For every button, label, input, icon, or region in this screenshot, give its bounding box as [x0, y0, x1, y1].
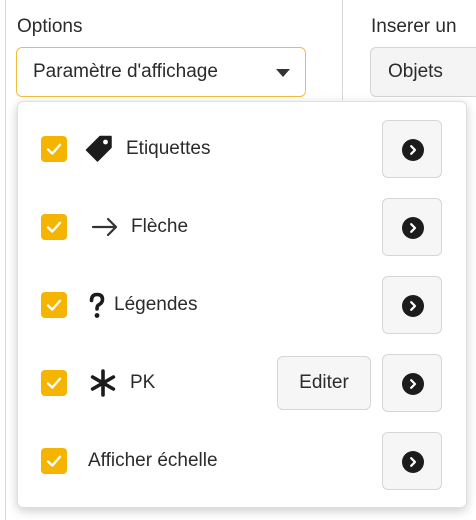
edit-button-label: Editer: [299, 372, 349, 393]
question-icon: [82, 290, 112, 320]
tag-icon: [84, 134, 114, 164]
arrow-right-icon: [90, 212, 120, 242]
left-divider: [5, 0, 6, 520]
objects-button-label: Objets: [388, 61, 443, 82]
list-item-etiquettes: Etiquettes: [18, 120, 466, 178]
objects-button[interactable]: Objets: [370, 47, 476, 97]
legendes-go-button[interactable]: [382, 276, 442, 334]
insert-label: Inserer un: [371, 16, 457, 37]
edit-button[interactable]: Editer: [277, 356, 371, 410]
list-item-pk: PK Editer: [18, 354, 466, 412]
pk-label: PK: [130, 372, 156, 393]
dropdown-value: Paramètre d'affichage: [33, 61, 218, 82]
chevron-right-circle-icon: [402, 295, 424, 317]
pk-go-button[interactable]: [382, 354, 442, 412]
pk-checkbox[interactable]: [41, 370, 67, 396]
fleche-go-button[interactable]: [382, 198, 442, 256]
etiquettes-checkbox[interactable]: [41, 136, 67, 162]
asterisk-icon: [88, 368, 118, 398]
legendes-label: Légendes: [114, 294, 198, 315]
list-item-afficher-echelle: Afficher échelle: [18, 432, 466, 490]
display-settings-dropdown[interactable]: Paramètre d'affichage: [16, 47, 306, 97]
afficher-echelle-label: Afficher échelle: [88, 450, 218, 471]
legendes-checkbox[interactable]: [41, 292, 67, 318]
display-settings-panel: Etiquettes Flèche Légendes PK Editer Aff…: [17, 101, 467, 508]
chevron-right-circle-icon: [402, 451, 424, 473]
list-item-fleche: Flèche: [18, 198, 466, 256]
chevron-down-icon: [276, 69, 290, 77]
afficher-echelle-go-button[interactable]: [382, 432, 442, 490]
list-item-legendes: Légendes: [18, 276, 466, 334]
afficher-echelle-checkbox[interactable]: [41, 448, 67, 474]
etiquettes-go-button[interactable]: [382, 120, 442, 178]
fleche-checkbox[interactable]: [41, 214, 67, 240]
options-label: Options: [17, 16, 83, 37]
etiquettes-label: Etiquettes: [126, 138, 211, 159]
chevron-right-circle-icon: [402, 373, 424, 395]
chevron-right-circle-icon: [402, 139, 424, 161]
column-divider: [342, 0, 343, 100]
chevron-right-circle-icon: [402, 217, 424, 239]
fleche-label: Flèche: [131, 216, 189, 237]
